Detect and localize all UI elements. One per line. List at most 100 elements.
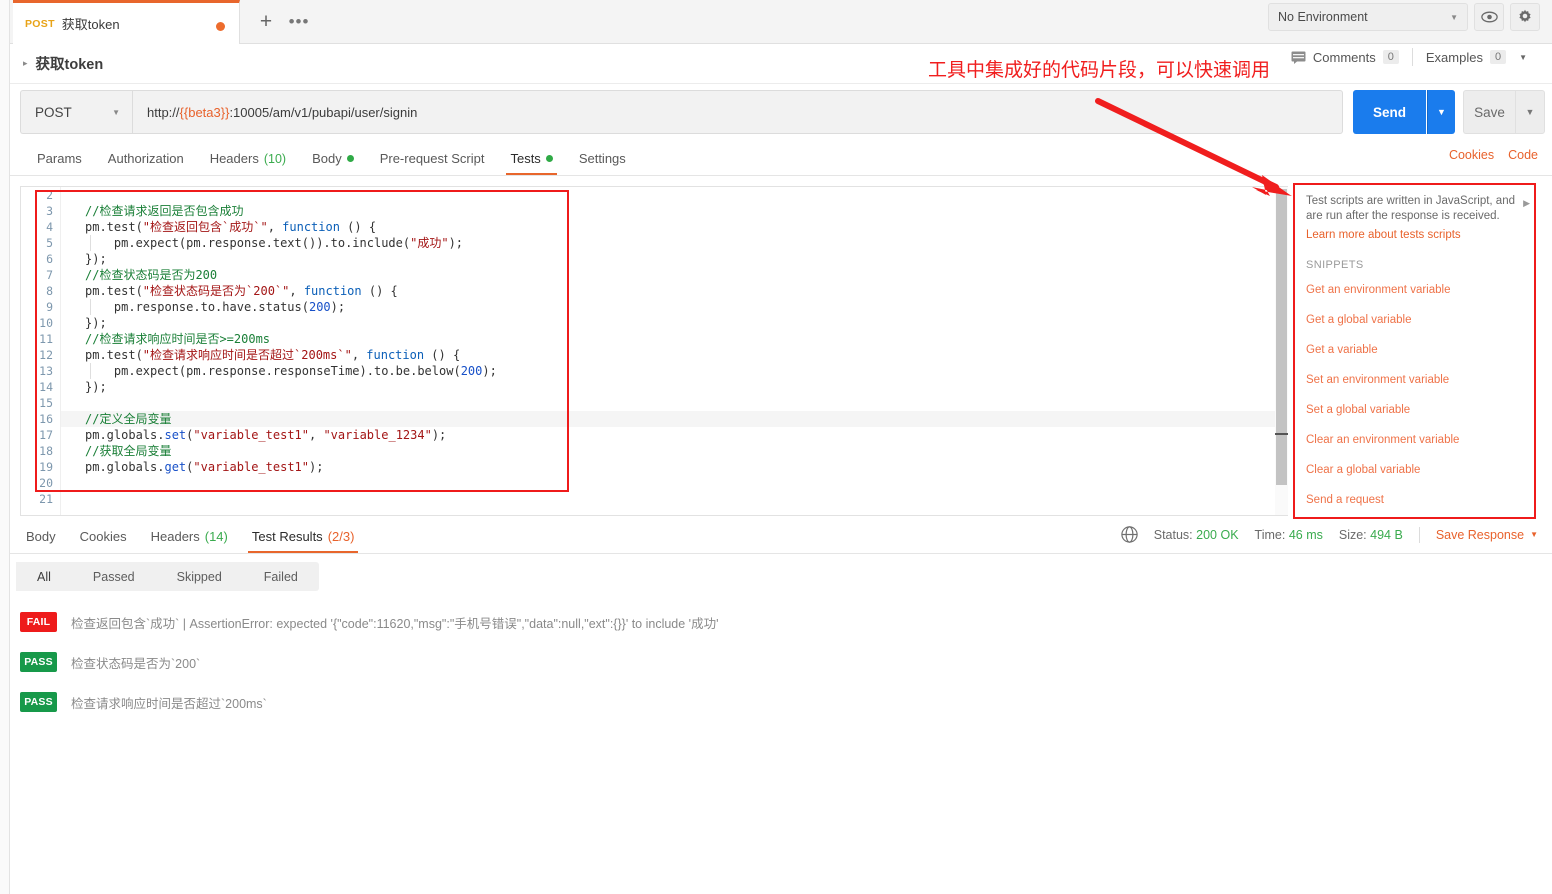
code-token: "检查返回包含`成功`": [142, 220, 268, 234]
filter-all[interactable]: All: [16, 562, 72, 591]
response-tab-test-results[interactable]: Test Results (2/3): [240, 520, 367, 553]
code-line[interactable]: [61, 475, 1288, 491]
code-token: pm.response.to.have.status(: [85, 300, 309, 314]
save-response-button[interactable]: Save Response ▼: [1436, 528, 1538, 542]
filter-failed[interactable]: Failed: [243, 562, 319, 591]
code-line[interactable]: pm.test("检查状态码是否为`200`", function () {: [61, 283, 1288, 299]
size-label: Size:: [1338, 527, 1367, 542]
chevron-down-icon: ▼: [1450, 12, 1458, 22]
collapse-panel-icon[interactable]: ▶: [1523, 198, 1530, 209]
response-tab-cookies[interactable]: Cookies: [68, 520, 139, 553]
code-line[interactable]: [61, 395, 1288, 411]
examples-button[interactable]: Examples 0 ▼: [1413, 50, 1540, 65]
filter-passed[interactable]: Passed: [72, 562, 156, 591]
code-line[interactable]: pm.globals.get("variable_test1");: [61, 459, 1288, 475]
tab-label: Test Results: [251, 529, 323, 544]
environment-quick-look-button[interactable]: [1474, 3, 1504, 31]
snippet-item[interactable]: Get a global variable: [1296, 305, 1536, 335]
line-number: 16: [39, 412, 53, 426]
cookies-link[interactable]: Cookies: [1449, 148, 1494, 162]
response-status-bar: Status: 200 OK Time: 46 ms Size: 494 B S…: [1121, 526, 1538, 543]
send-options-button[interactable]: ▼: [1427, 90, 1455, 134]
snippet-item[interactable]: Clear an environment variable: [1296, 425, 1536, 455]
tab-body[interactable]: Body: [299, 142, 367, 175]
tab-options-button[interactable]: •••: [282, 0, 316, 44]
send-button[interactable]: Send: [1353, 90, 1426, 134]
editor-code-area[interactable]: //检查请求返回是否包含成功 pm.test("检查返回包含`成功`", func…: [61, 187, 1288, 515]
save-options-button[interactable]: ▼: [1515, 90, 1545, 134]
line-number: 2: [46, 188, 53, 202]
code-line[interactable]: });: [61, 379, 1288, 395]
snippet-item[interactable]: Clear a global variable: [1296, 455, 1536, 485]
snippet-item[interactable]: Send a request: [1296, 485, 1536, 515]
code-link[interactable]: Code: [1508, 148, 1538, 162]
http-method-select[interactable]: POST ▼: [20, 90, 132, 134]
code-line[interactable]: pm.test("检查请求响应时间是否超过`200ms`", function …: [61, 347, 1288, 363]
request-tab-获取token[interactable]: POST 获取token: [13, 0, 240, 44]
environment-selector[interactable]: No Environment ▼: [1268, 3, 1468, 31]
filter-skipped[interactable]: Skipped: [156, 562, 243, 591]
line-number: 11: [39, 332, 53, 346]
learn-more-link[interactable]: Learn more about tests scripts: [1296, 224, 1536, 243]
code-line[interactable]: pm.test("检查返回包含`成功`", function () {: [61, 219, 1288, 235]
code-line[interactable]: pm.expect(pm.response.responseTime).to.b…: [61, 363, 1288, 379]
tab-count: (2/3): [327, 529, 355, 544]
code-line[interactable]: //检查请求返回是否包含成功: [61, 203, 1288, 219]
code-token: });: [85, 380, 107, 394]
tab-label: Authorization: [107, 151, 184, 166]
line-number: 15: [39, 396, 53, 410]
code-line[interactable]: pm.expect(pm.response.text()).to.include…: [61, 235, 1288, 251]
annotation-arrow: [1095, 98, 1292, 196]
editor-scrollbar-thumb[interactable]: [1276, 189, 1287, 485]
http-method-label: POST: [35, 104, 72, 120]
test-result-text: 检查请求响应时间是否超过`200ms`: [71, 696, 267, 711]
response-tab-headers[interactable]: Headers (14): [139, 520, 240, 553]
globe-icon[interactable]: [1121, 526, 1138, 543]
tab-params[interactable]: Params: [24, 142, 95, 175]
tab-pre-request-script[interactable]: Pre-request Script: [367, 142, 498, 175]
line-number: 5: [46, 236, 53, 250]
code-line[interactable]: //定义全局变量: [61, 411, 1288, 427]
save-button[interactable]: Save: [1463, 90, 1515, 134]
code-token: "variable_test1": [193, 428, 309, 442]
settings-button[interactable]: [1510, 3, 1540, 31]
editor-scroll-marker: [1275, 433, 1288, 435]
code-line[interactable]: });: [61, 315, 1288, 331]
code-token: pm.test(: [85, 284, 143, 298]
tab-authorization[interactable]: Authorization: [95, 142, 197, 175]
tab-label: Headers: [209, 151, 259, 166]
code-token: );: [448, 236, 464, 250]
snippet-item[interactable]: Set an environment variable: [1296, 365, 1536, 395]
code-line[interactable]: pm.globals.set("variable_test1", "variab…: [61, 427, 1288, 443]
code-token: pm.test(: [85, 220, 143, 234]
tab-tests[interactable]: Tests: [497, 142, 565, 175]
snippet-item[interactable]: Get a variable: [1296, 335, 1536, 365]
code-line[interactable]: //获取全局变量: [61, 443, 1288, 459]
code-line[interactable]: });: [61, 251, 1288, 267]
code-token: );: [309, 460, 324, 474]
url-prefix: http://: [147, 104, 180, 120]
response-tab-body[interactable]: Body: [14, 520, 68, 553]
line-number: 12: [39, 348, 53, 362]
code-line[interactable]: //检查请求响应时间是否>=200ms: [61, 331, 1288, 347]
chevron-right-icon[interactable]: ▸: [23, 58, 28, 69]
snippet-item[interactable]: Set a global variable: [1296, 395, 1536, 425]
snippet-item[interactable]: Get an environment variable: [1296, 275, 1536, 305]
tab-headers[interactable]: Headers (10): [197, 142, 299, 175]
divider: [1418, 526, 1420, 543]
tab-settings[interactable]: Settings: [566, 142, 639, 175]
code-line[interactable]: [61, 491, 1288, 507]
size-value: 494 B: [1370, 527, 1403, 542]
code-line[interactable]: pm.response.to.have.status(200);: [61, 299, 1288, 315]
code-token: );: [330, 300, 346, 314]
comments-button[interactable]: Comments 0: [1278, 50, 1412, 65]
tests-script-editor[interactable]: 2 3 4 5 6 7 8 9 10 11 12 13 14 15 16 17 18 19 20 21 //检查请求返…: [20, 186, 1288, 516]
new-tab-button[interactable]: +: [248, 0, 284, 44]
line-number: 6: [46, 252, 53, 266]
editor-scrollbar[interactable]: [1275, 187, 1288, 515]
modified-dot-icon: [545, 155, 553, 162]
status-value: 200 OK: [1196, 527, 1239, 542]
code-line[interactable]: //检查状态码是否为200: [61, 267, 1288, 283]
code-token: function: [303, 284, 362, 298]
code-token: ,: [267, 220, 283, 234]
